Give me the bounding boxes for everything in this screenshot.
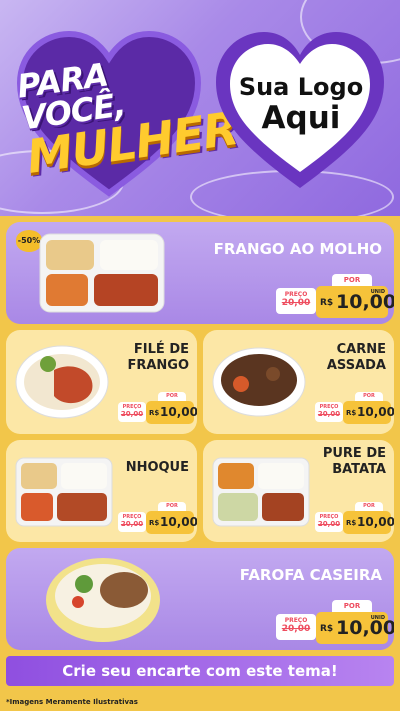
product-card-farofa-caseira[interactable]: FAROFA CASEIRA PREÇO 20,00 POR R$ 10,00 …	[6, 548, 394, 650]
currency: R$	[346, 409, 357, 417]
unit-label: UNID	[370, 615, 385, 621]
logo-line1: Sua Logo	[238, 73, 364, 101]
price-tag: PREÇO 20,00 POR R$ 10,00 UNID	[276, 600, 394, 644]
disclaimer-text: *Imagens Meramente Ilustrativas	[0, 694, 400, 711]
cta-banner[interactable]: Crie seu encarte com este tema!	[6, 656, 394, 686]
hero-banner: PARA VOCÊ, MULHER Sua Logo Aqui	[0, 0, 400, 216]
old-price: PREÇO 20,00	[118, 512, 146, 532]
old-price: PREÇO 20,00	[118, 402, 146, 422]
currency: R$	[149, 409, 160, 417]
old-price-label: PREÇO	[284, 617, 308, 624]
price-value: 10,00	[160, 405, 197, 419]
new-price: R$ 10,00	[343, 511, 394, 534]
currency: R$	[346, 519, 357, 527]
product-name: CARNE ASSADA	[326, 342, 386, 373]
price-tag: PREÇO 20,00 POR R$ 10,00	[118, 392, 197, 424]
price-value: 10,00	[336, 291, 394, 313]
por-label: POR	[332, 600, 372, 612]
logo-line2: Aqui	[261, 99, 341, 136]
price-tag: PREÇO 20,00 POR R$ 10,00	[315, 392, 394, 424]
old-price: PREÇO 20,00	[276, 288, 316, 314]
price-value: 10,00	[160, 515, 197, 529]
bowl-image	[46, 558, 160, 642]
old-price: PREÇO 20,00	[315, 402, 343, 422]
new-price: R$ 10,00	[343, 401, 394, 424]
product-name: FRANGO AO MOLHO	[213, 240, 382, 258]
hero-title: PARA VOCÊ, MULHER	[15, 46, 241, 183]
por-label: POR	[158, 502, 186, 511]
product-name: PURE DE BATATA	[322, 446, 386, 477]
price-tag: PREÇO 20,00 POR R$ 10,00 UNID	[276, 274, 394, 318]
bowl-image	[212, 347, 306, 417]
new-price: R$ 10,00 UNID	[316, 286, 394, 318]
old-price-value: 20,00	[317, 410, 341, 418]
new-price: R$ 10,00	[146, 401, 197, 424]
old-price: PREÇO 20,00	[276, 614, 316, 640]
price-tag: PREÇO 20,00 POR R$ 10,00	[118, 502, 197, 534]
currency: R$	[320, 624, 334, 634]
price-value: 10,00	[357, 515, 394, 529]
product-name: FAROFA CASEIRA	[239, 566, 382, 584]
old-price-value: 20,00	[120, 410, 144, 418]
price-tag: PREÇO 20,00 POR R$ 10,00	[315, 502, 394, 534]
old-price-value: 20,00	[281, 624, 311, 634]
product-card-file-de-frango[interactable]: FILÉ DE FRANGO PREÇO 20,00 POR R$ 10,00	[6, 330, 197, 434]
plate-image	[15, 345, 109, 419]
product-name: NHOQUE	[125, 460, 189, 475]
price-value: 10,00	[336, 617, 394, 639]
old-price-value: 20,00	[120, 520, 144, 528]
product-card-pure-de-batata[interactable]: PURE DE BATATA PREÇO 20,00 POR R$ 10,00	[203, 440, 394, 542]
product-card-carne-assada[interactable]: CARNE ASSADA PREÇO 20,00 POR R$ 10,00	[203, 330, 394, 434]
unit-label: UNID	[370, 289, 385, 295]
meal-tray-image	[39, 233, 165, 313]
logo-placeholder: Sua Logo Aqui	[232, 74, 370, 136]
por-label: POR	[355, 392, 383, 401]
por-label: POR	[332, 274, 372, 286]
new-price: R$ 10,00	[146, 511, 197, 534]
old-price: PREÇO 20,00	[315, 512, 343, 532]
old-price-value: 20,00	[281, 298, 311, 308]
currency: R$	[149, 519, 160, 527]
old-price-value: 20,00	[317, 520, 341, 528]
por-label: POR	[158, 392, 186, 401]
new-price: R$ 10,00 UNID	[316, 612, 394, 644]
meal-tray-image	[15, 457, 113, 527]
product-card-nhoque[interactable]: NHOQUE PREÇO 20,00 POR R$ 10,00	[6, 440, 197, 542]
product-card-frango-ao-molho[interactable]: -50% FRANGO AO MOLHO PREÇO 20,00 POR R$ …	[6, 222, 394, 324]
old-price-label: PREÇO	[284, 291, 308, 298]
currency: R$	[320, 298, 334, 308]
meal-tray-image	[212, 457, 310, 527]
product-name: FILÉ DE FRANGO	[127, 342, 189, 373]
price-value: 10,00	[357, 405, 394, 419]
por-label: POR	[355, 502, 383, 511]
